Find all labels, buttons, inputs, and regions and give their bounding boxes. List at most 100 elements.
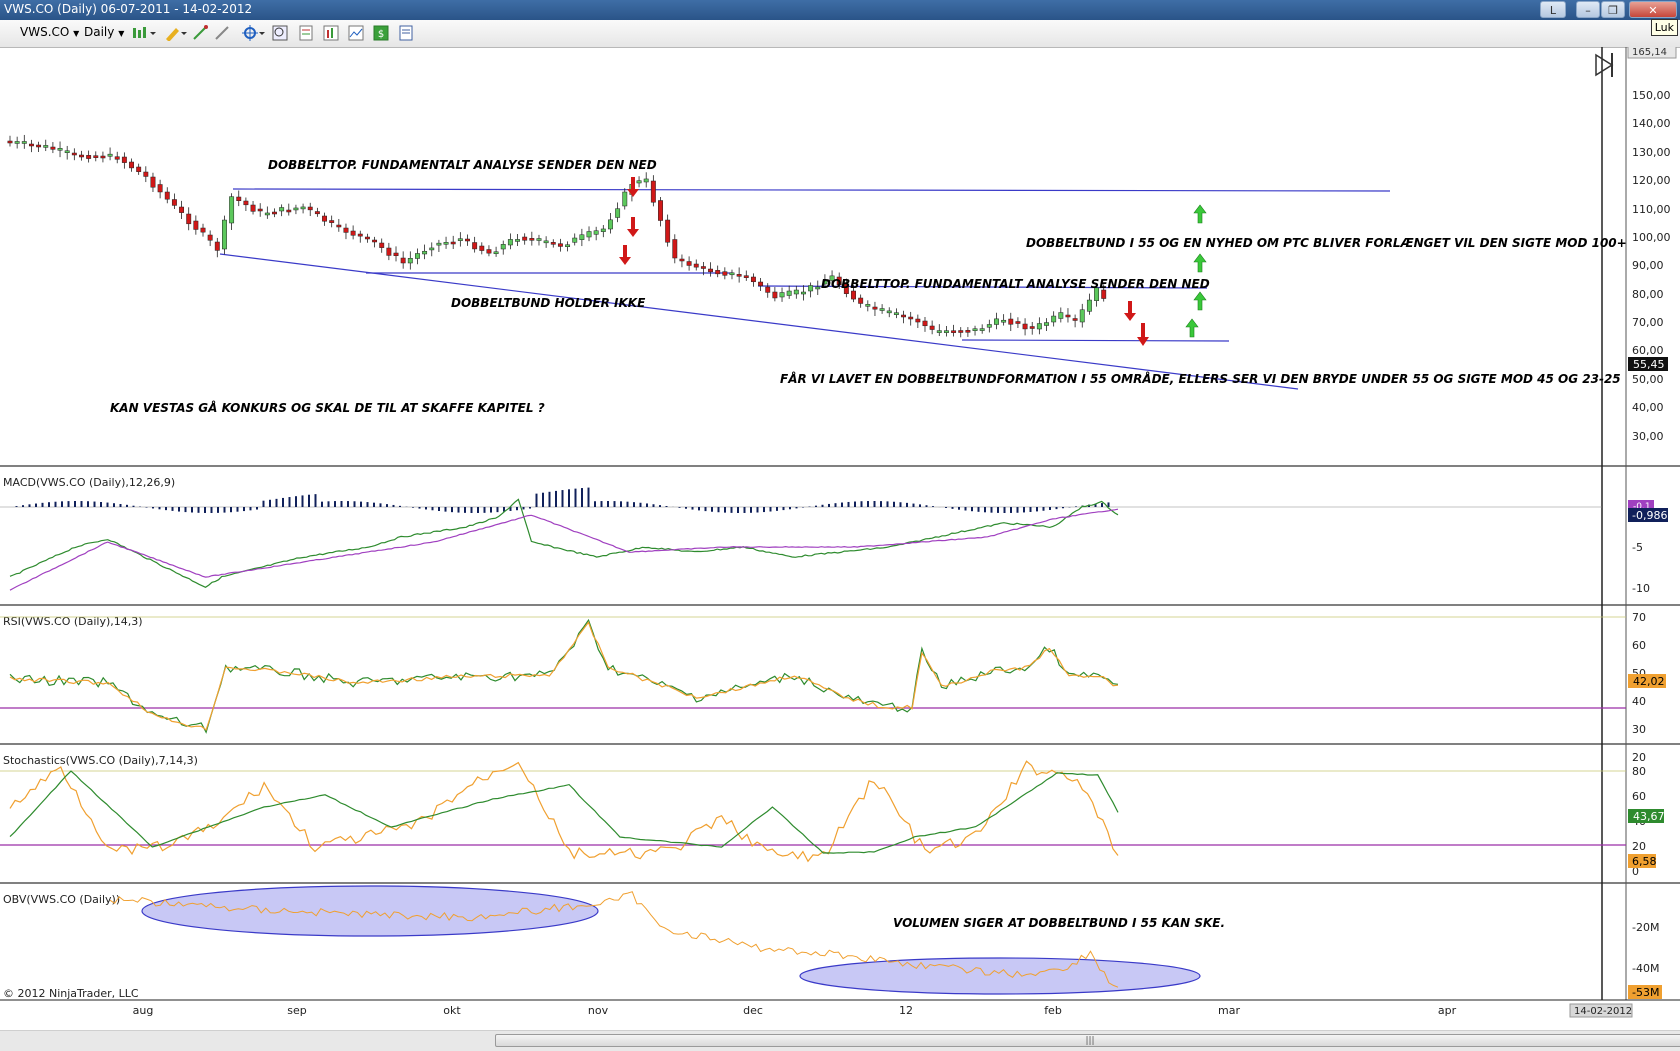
cross-icon[interactable] [214,25,230,41]
candle-body [1058,312,1064,319]
macd-histogram [15,487,1110,513]
time-tick: 12 [899,1004,913,1017]
candle-body [71,152,77,156]
chart-annotations: DOBBELTTOP. FUNDAMENTALT ANALYSE SENDER … [110,158,1627,930]
candle-body [943,330,949,333]
dollar-icon[interactable]: $ [373,25,389,41]
indicators-icon[interactable] [323,25,339,41]
candle-body [407,258,413,264]
price-tick: 30,00 [1632,430,1664,443]
candle-body [700,266,706,269]
candle-body [386,247,392,256]
candle-body [243,200,249,206]
time-tick: nov [588,1004,609,1017]
candle-body [21,141,27,144]
candle-body [14,141,20,144]
annotation-volume: VOLUMEN SIGER AT DOBBELTBUND I 55 KAN SK… [893,916,1225,930]
language-button[interactable]: L [1540,1,1566,18]
stoch-tick: 60 [1632,790,1646,803]
top-price-value: 165,14 [1632,47,1667,58]
candle-body [772,291,778,299]
candle-body [1008,318,1014,325]
properties-icon[interactable] [298,25,314,41]
candle-body [979,328,985,331]
candle-body [314,211,320,215]
candle-body [222,219,227,250]
zoom-icon[interactable] [272,25,288,41]
candle-body [357,233,363,237]
stoch-tick: 20 [1632,840,1646,853]
scroll-to-end-icon[interactable] [1595,53,1614,77]
stoch-tick: 80 [1632,765,1646,778]
price-tick: 140,00 [1632,117,1671,130]
candle-body [758,281,764,287]
candle-body [229,196,235,224]
candle-body [793,289,799,295]
close-window-button[interactable]: ✕ [1629,1,1677,18]
candle-body [171,199,177,206]
candle-body [1015,321,1021,324]
candle-body [329,220,335,223]
scrollbar-thumb[interactable]: ||| [495,1034,1680,1047]
candle-body [1079,309,1085,323]
candle-body [522,236,528,241]
candle-body [57,148,63,151]
candle-body [500,244,506,250]
candle-body [750,276,756,283]
candle-body [214,241,220,251]
annotation-double-top-1: DOBBELTTOP. FUNDAMENTALT ANALYSE SENDER … [268,158,657,172]
last-price-value: 55,45 [1633,358,1665,371]
close-tooltip: Luk [1650,19,1678,36]
candle-body [200,227,206,233]
print-icon[interactable] [398,25,414,41]
drawing-pencil-icon[interactable] [164,25,188,41]
chart-toolbar: VWS.CO ▼ Daily ▼ $ [0,20,1680,48]
ruler-icon[interactable] [192,25,208,41]
time-tick: feb [1044,1004,1062,1017]
price-axis: 150,00 140,00 130,00 120,00 110,00 100,0… [1632,89,1671,443]
down-arrows [619,177,1149,346]
macd-line [9,498,1119,588]
candle-body [865,304,871,307]
candle-body [543,240,549,244]
candle-body [743,275,749,278]
candle-body [129,161,134,169]
strategies-icon[interactable] [348,25,364,41]
obv-label: OBV(VWS.CO (Daily)) [3,893,120,906]
candle-body [965,330,971,333]
crosshair-icon[interactable] [242,25,266,41]
candle-body [686,261,692,266]
rsi-tick: 60 [1632,639,1646,652]
candle-body [936,330,942,333]
candle-body [994,318,999,325]
price-tick: 120,00 [1632,174,1671,187]
candle-body [143,171,149,177]
candle-body [279,207,285,212]
horizontal-scrollbar[interactable]: ||| [0,1030,1680,1051]
candle-body [272,211,277,215]
chart-canvas[interactable]: 150,00 140,00 130,00 120,00 110,00 100,0… [0,47,1680,1030]
candle-body [193,220,199,230]
rsi-average-line [9,621,1119,731]
price-tick: 60,00 [1632,344,1664,357]
candle-body [486,249,492,254]
candle-body [179,206,185,213]
chevron-down-icon: ▼ [118,29,125,38]
candle-body [658,200,663,221]
time-tick: sep [287,1004,306,1017]
candle-body [157,184,163,193]
price-tick: 80,00 [1632,288,1664,301]
restore-icon[interactable]: ❐ [1601,1,1625,18]
time-tick: mar [1218,1004,1240,1017]
bar-type-icon[interactable] [132,25,158,41]
candle-body [350,230,356,236]
candle-body [457,238,463,241]
candle-body [307,206,313,211]
candle-body [443,242,449,245]
instrument-selector[interactable]: VWS.CO ▼ [20,25,79,41]
interval-selector[interactable]: Daily ▼ [84,25,124,41]
minimize-icon[interactable]: – [1576,1,1600,18]
candle-body [801,291,806,295]
candle-body [929,325,935,330]
price-tick: 70,00 [1632,316,1664,329]
